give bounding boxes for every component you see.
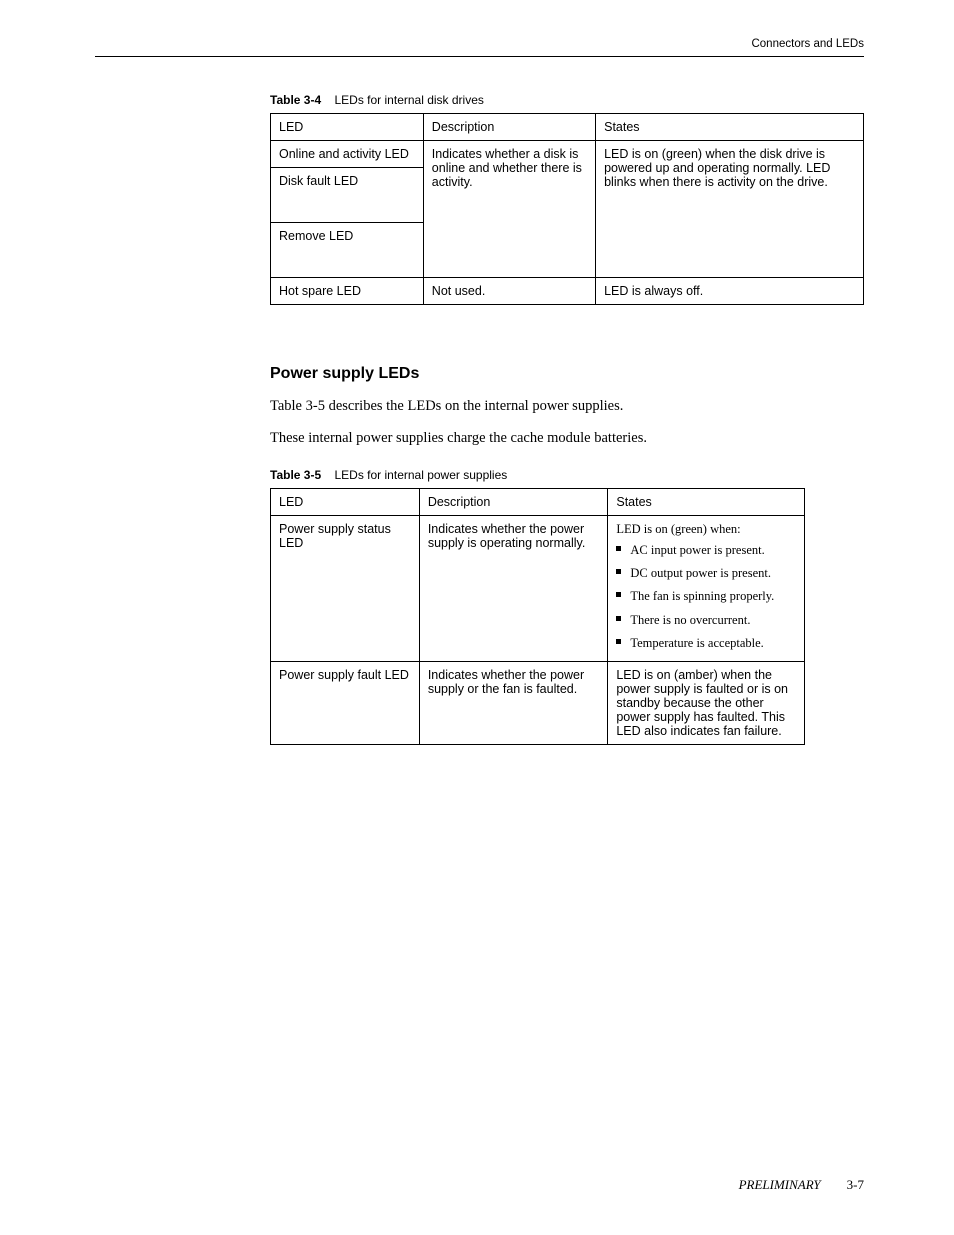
section-power-supply-leds: Power supply LEDs Table 3-5 describes th… <box>270 365 864 448</box>
list-item: AC input power is present. <box>616 539 796 562</box>
table-3-5-header-states: States <box>608 489 805 516</box>
table-3-4-block: Table 3-4 LEDs for internal disk drives … <box>270 93 864 305</box>
table-3-5: LED Description States Power supply stat… <box>270 488 805 745</box>
states-lead-text: LED is on (green) when: <box>616 522 796 537</box>
section-heading: Power supply LEDs <box>270 365 864 383</box>
page-header: Connectors and LEDs <box>95 38 864 57</box>
table-row: Hot spare LED <box>271 278 424 305</box>
table-3-4-header-states: States <box>596 114 864 141</box>
table-row: Power supply fault LED <box>271 661 420 744</box>
table-row: Indicates whether the power supply is op… <box>419 516 608 662</box>
list-item: DC output power is present. <box>616 562 796 585</box>
table-row: LED is on (green) when the disk drive is… <box>596 141 864 278</box>
table-row: Disk fault LED <box>271 168 424 223</box>
table-row: Power supply status LED <box>271 516 420 662</box>
list-item: The fan is spinning properly. <box>616 585 796 608</box>
table-row: Indicates whether the power supply or th… <box>419 661 608 744</box>
section-paragraph: These internal power supplies charge the… <box>270 429 864 449</box>
table-3-4-caption-text: LEDs for internal disk drives <box>335 93 484 107</box>
footer-page-number: 3-7 <box>847 1177 864 1192</box>
list-item: There is no overcurrent. <box>616 609 796 632</box>
table-row: LED is on (green) when: AC input power i… <box>608 516 805 662</box>
table-row: LED is on (amber) when the power supply … <box>608 661 805 744</box>
footer-label: PRELIMINARY <box>739 1177 821 1192</box>
section-paragraph: Table 3-5 describes the LEDs on the inte… <box>270 397 864 417</box>
table-row: Indicates whether a disk is online and w… <box>423 141 595 278</box>
header-running-title: Connectors and LEDs <box>751 38 864 50</box>
states-list: AC input power is present. DC output pow… <box>616 539 796 655</box>
table-3-5-caption: Table 3-5 LEDs for internal power suppli… <box>270 468 864 482</box>
table-3-4: LED Description States Online and activi… <box>270 113 864 305</box>
table-row: Remove LED <box>271 223 424 278</box>
table-3-4-caption: Table 3-4 LEDs for internal disk drives <box>270 93 864 107</box>
table-3-4-caption-label: Table 3-4 <box>270 93 321 107</box>
table-3-4-header-led: LED <box>271 114 424 141</box>
table-3-4-header-desc: Description <box>423 114 595 141</box>
table-3-5-caption-text: LEDs for internal power supplies <box>335 468 508 482</box>
table-3-5-caption-label: Table 3-5 <box>270 468 321 482</box>
table-3-5-header-led: LED <box>271 489 420 516</box>
list-item: Temperature is acceptable. <box>616 632 796 655</box>
table-3-5-header-desc: Description <box>419 489 608 516</box>
table-row: LED is always off. <box>596 278 864 305</box>
table-3-5-block: Table 3-5 LEDs for internal power suppli… <box>270 468 864 745</box>
table-row: Not used. <box>423 278 595 305</box>
page-footer: PRELIMINARY 3-7 <box>739 1177 864 1193</box>
table-row: Online and activity LED <box>271 141 424 168</box>
